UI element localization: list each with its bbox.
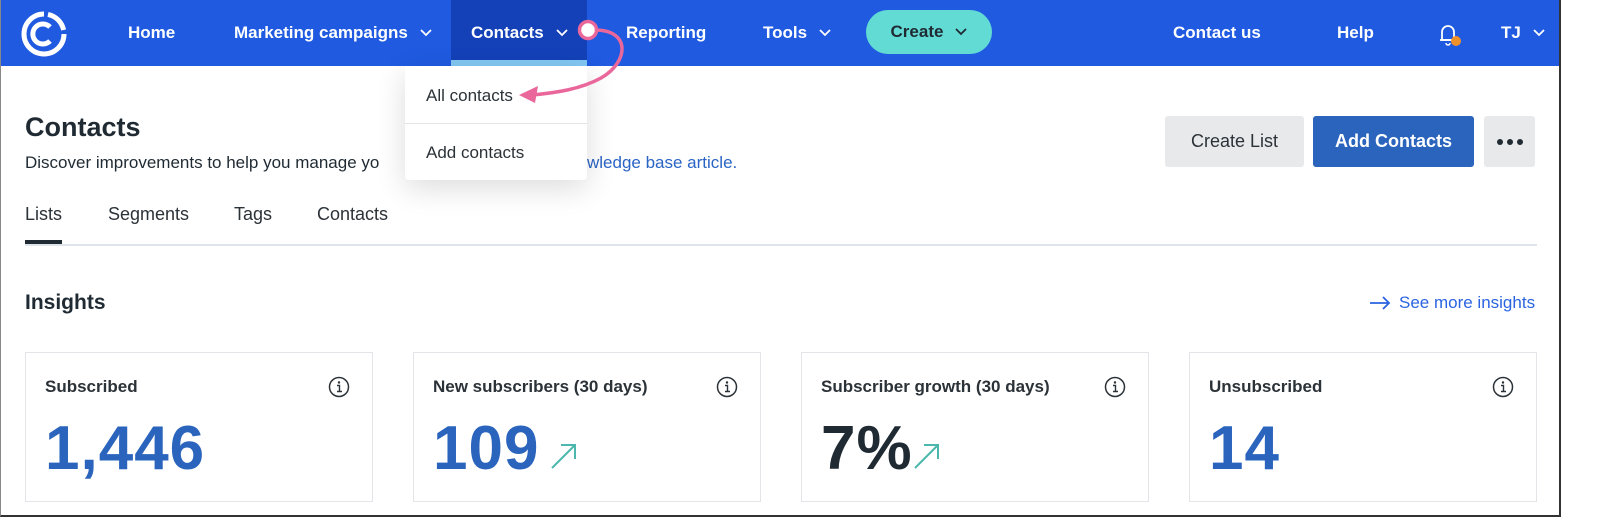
- top-nav-bar: Home Marketing campaigns Contacts Report…: [1, 0, 1559, 66]
- contacts-tabs: Lists Segments Tags Contacts: [25, 198, 1537, 246]
- info-icon[interactable]: [1104, 376, 1126, 398]
- nav-help[interactable]: Help: [1337, 0, 1374, 66]
- user-menu[interactable]: TJ: [1501, 0, 1545, 66]
- card-value: 7%: [821, 414, 913, 483]
- menu-divider: [405, 123, 587, 124]
- chevron-down-icon: [556, 29, 568, 37]
- bell-icon[interactable]: [1435, 20, 1463, 48]
- insights-heading: Insights: [25, 291, 106, 314]
- info-icon[interactable]: [328, 376, 350, 398]
- more-horizontal-icon: [1496, 138, 1523, 145]
- create-list-label: Create List: [1190, 131, 1279, 151]
- more-options-button[interactable]: [1484, 116, 1535, 167]
- card-label: Unsubscribed: [1209, 377, 1323, 396]
- tab-tags[interactable]: Tags: [234, 204, 272, 225]
- see-more-insights-label: See more insights: [1399, 293, 1536, 312]
- insight-card-subscriber-growth: Subscriber growth (30 days) 7%: [801, 352, 1149, 502]
- info-icon[interactable]: [1492, 376, 1514, 398]
- nav-reporting[interactable]: Reporting: [626, 0, 706, 66]
- chevron-down-icon: [420, 29, 432, 37]
- chevron-down-icon: [819, 29, 831, 37]
- user-initials: TJ: [1501, 23, 1521, 42]
- constant-contact-logo-icon[interactable]: [19, 9, 69, 59]
- insight-card-unsubscribed: Unsubscribed 14: [1189, 352, 1537, 502]
- trend-up-arrow-icon: [551, 444, 576, 469]
- create-button[interactable]: Create: [866, 10, 992, 54]
- nav-contact-us-label: Contact us: [1173, 23, 1261, 42]
- tab-contacts[interactable]: Contacts: [317, 204, 388, 225]
- card-label: Subscriber growth (30 days): [821, 377, 1050, 396]
- trend-up-arrow-icon: [914, 444, 939, 469]
- contacts-dropdown-menu: All contacts Add contacts: [405, 66, 587, 180]
- arrow-right-icon: [1370, 296, 1391, 310]
- chevron-down-icon: [955, 28, 968, 36]
- nav-help-label: Help: [1337, 23, 1374, 42]
- card-value: 14: [1209, 414, 1280, 483]
- card-label: New subscribers (30 days): [433, 377, 648, 396]
- add-contacts-label: Add Contacts: [1335, 131, 1452, 151]
- nav-home-label: Home: [128, 23, 176, 42]
- page-title: Contacts: [25, 112, 141, 142]
- tab-lists[interactable]: Lists: [25, 204, 63, 244]
- menu-item-add-contacts[interactable]: Add contacts: [426, 143, 524, 163]
- menu-item-all-contacts[interactable]: All contacts: [426, 86, 513, 106]
- nav-tools-label: Tools: [763, 23, 808, 42]
- knowledge-base-link[interactable]: wledge base article.: [587, 153, 737, 173]
- tab-segments[interactable]: Segments: [108, 204, 189, 225]
- card-value: 1,446: [45, 414, 206, 483]
- nav-contacts-label: Contacts: [471, 23, 544, 42]
- nav-marketing-campaigns[interactable]: Marketing campaigns: [234, 0, 432, 66]
- card-value: 109: [433, 414, 540, 483]
- chevron-down-icon: [1533, 29, 1545, 37]
- nav-tools[interactable]: Tools: [763, 0, 831, 66]
- add-contacts-button[interactable]: Add Contacts: [1313, 116, 1474, 167]
- create-button-label: Create: [890, 22, 944, 41]
- nav-contact-us[interactable]: Contact us: [1173, 0, 1261, 66]
- app-window: Home Marketing campaigns Contacts Report…: [0, 0, 1561, 517]
- create-list-button[interactable]: Create List: [1165, 116, 1304, 167]
- insight-card-new-subscribers: New subscribers (30 days) 109: [413, 352, 761, 502]
- info-icon[interactable]: [716, 376, 738, 398]
- see-more-insights-link[interactable]: See more insights: [1369, 293, 1535, 313]
- nav-reporting-label: Reporting: [626, 23, 707, 42]
- page-subtitle: Discover improvements to help you manage…: [25, 153, 380, 172]
- nav-home[interactable]: Home: [128, 0, 175, 66]
- insight-card-subscribed: Subscribed 1,446: [25, 352, 373, 502]
- card-label: Subscribed: [45, 377, 138, 396]
- nav-marketing-campaigns-label: Marketing campaigns: [234, 23, 408, 42]
- nav-contacts[interactable]: Contacts: [451, 0, 587, 66]
- notification-dot: [1451, 36, 1461, 46]
